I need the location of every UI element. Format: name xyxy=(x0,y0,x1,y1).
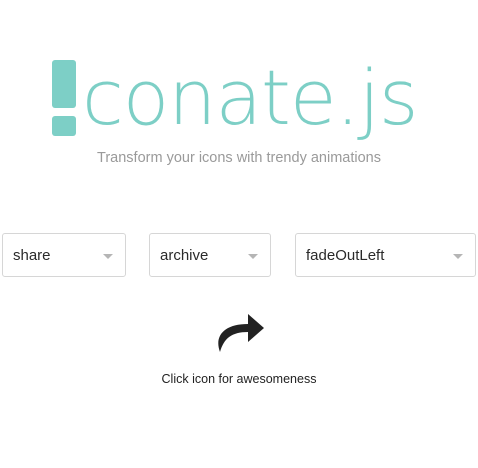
logo: conate.js xyxy=(52,52,432,148)
category-select-value: archive xyxy=(160,247,209,264)
chevron-down-icon xyxy=(453,254,463,259)
share-arrow-icon[interactable] xyxy=(212,306,266,356)
chevron-down-icon xyxy=(103,254,113,259)
chevron-down-icon xyxy=(248,254,258,259)
icon-select-value: share xyxy=(13,247,51,264)
category-select[interactable]: archive xyxy=(149,233,271,277)
animation-select-value: fadeOutLeft xyxy=(306,247,385,264)
animation-select[interactable]: fadeOutLeft xyxy=(295,233,476,277)
exclamation-logo-icon xyxy=(52,60,76,136)
tagline: Transform your icons with trendy animati… xyxy=(97,150,381,166)
logo-text: conate.js xyxy=(82,53,418,142)
icon-select[interactable]: share xyxy=(2,233,126,277)
click-hint: Click icon for awesomeness xyxy=(161,372,317,386)
